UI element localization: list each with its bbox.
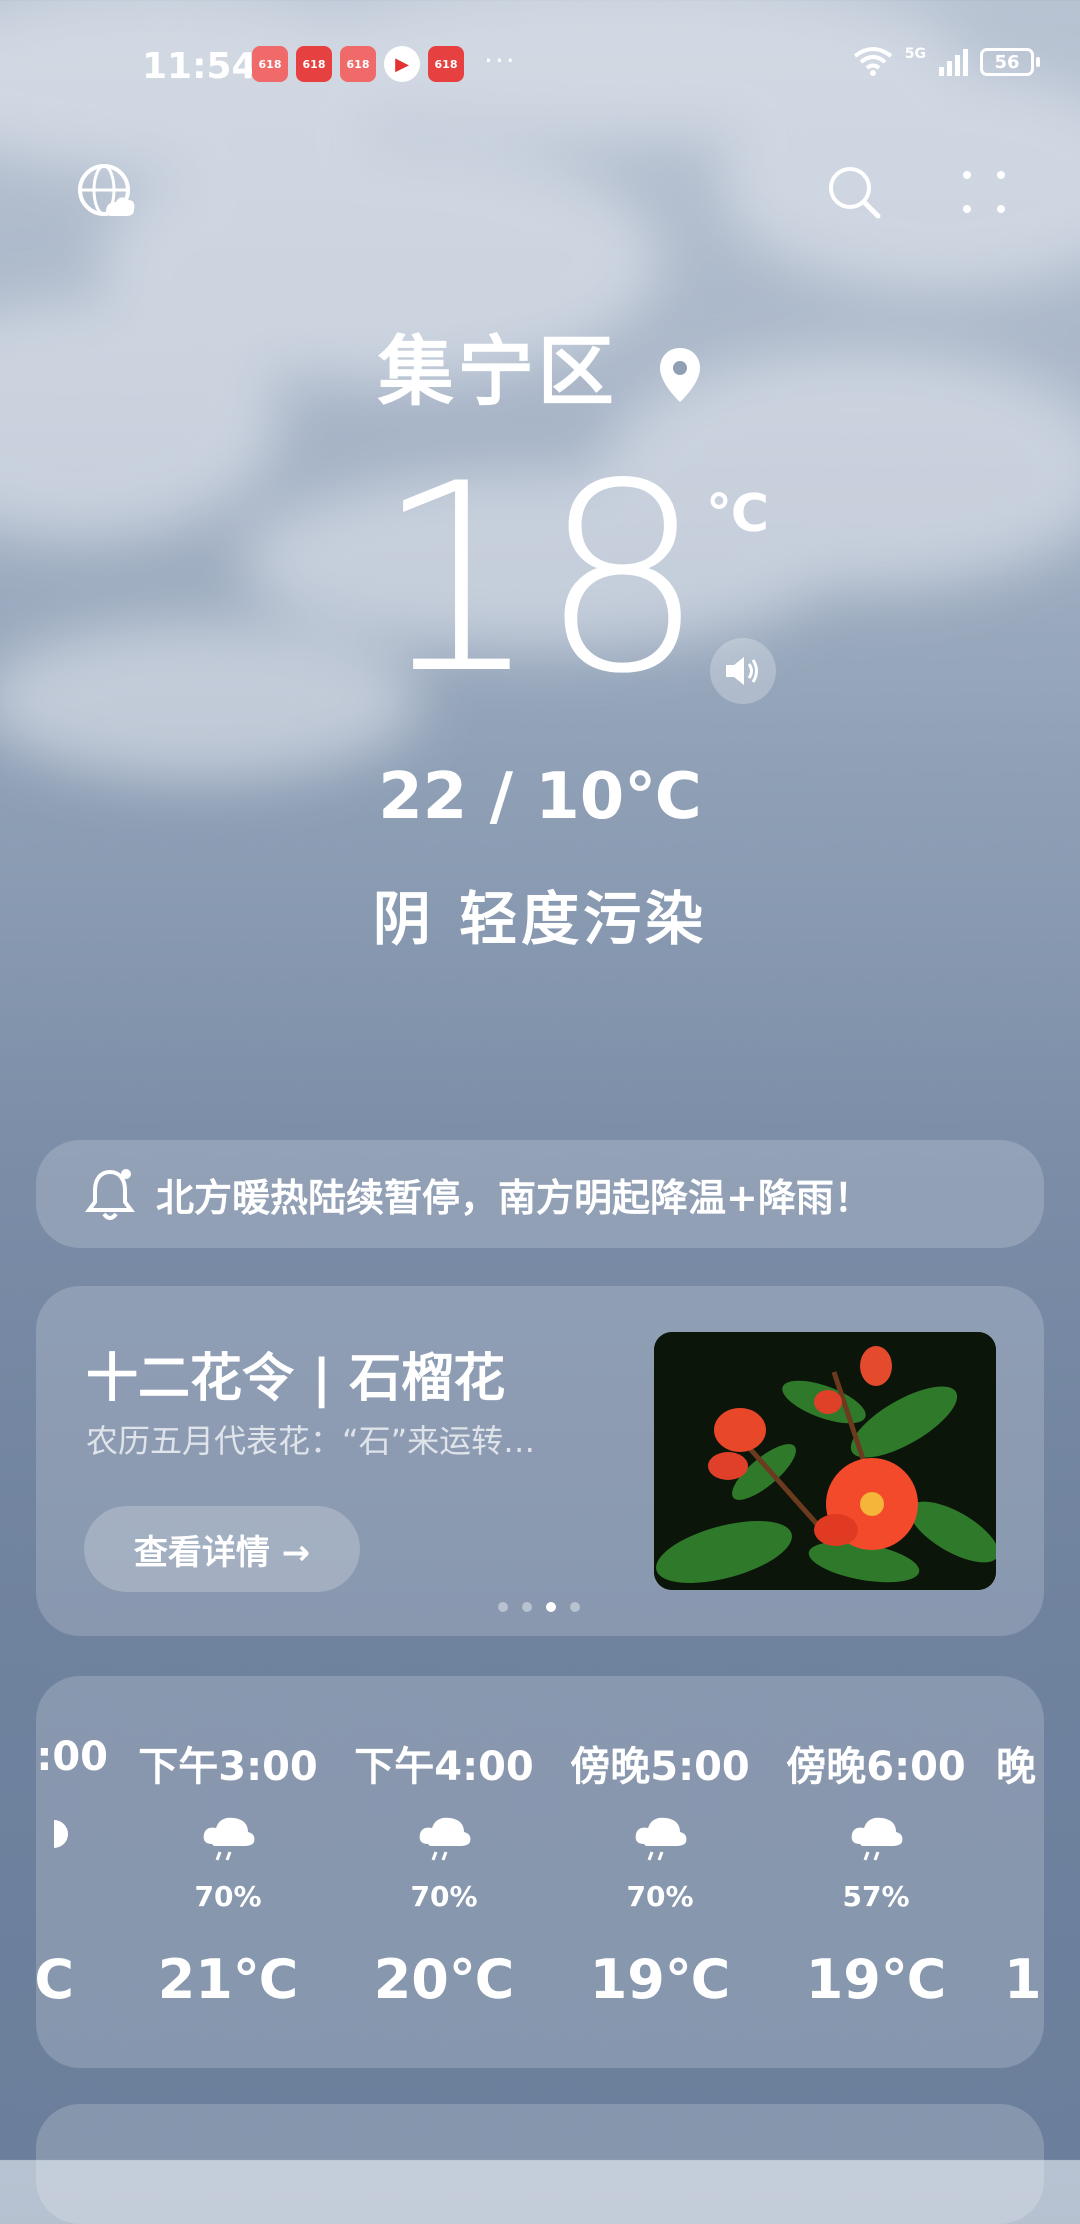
hour-label: 晚 bbox=[996, 1744, 1036, 1790]
notification-icons: 618 618 618 ▶ 618 bbox=[252, 46, 464, 82]
feature-subtitle: 农历五月代表花：“石”来运转… bbox=[86, 1422, 536, 1460]
city-label: 集宁区 bbox=[377, 327, 618, 416]
location-pin-icon bbox=[658, 333, 702, 422]
cloud-rain-icon bbox=[36, 1814, 120, 1854]
cloud-rain-icon bbox=[336, 1814, 552, 1864]
hour-temp: 21℃ bbox=[157, 1948, 299, 2011]
battery-indicator: 56 bbox=[980, 48, 1040, 76]
hour-label: 下午3:00 bbox=[138, 1744, 318, 1790]
bell-icon bbox=[85, 1169, 135, 1220]
wifi-icon bbox=[853, 47, 892, 76]
next-card[interactable] bbox=[36, 2104, 1044, 2224]
feature-title: 十二花令 | 石榴花 bbox=[86, 1349, 506, 1409]
speaker-button[interactable] bbox=[710, 638, 776, 704]
view-details-button[interactable]: 查看详情 → bbox=[84, 1506, 360, 1592]
pager-dot bbox=[570, 1602, 580, 1612]
hour-temp: 19℃ bbox=[805, 1948, 947, 2011]
signal-icon bbox=[939, 49, 968, 76]
carousel-pager bbox=[498, 1602, 580, 1612]
network-type: 5G bbox=[904, 46, 926, 62]
more-notifications-icon: ··· bbox=[484, 44, 517, 77]
shopping-app-icon: 618 bbox=[252, 46, 288, 82]
pager-dot-active bbox=[546, 1602, 556, 1612]
news-text: 北方暖热陆续暂停，南方明起降温+降雨！ bbox=[156, 1175, 872, 1220]
status-bar: 11:54 618 618 618 ▶ 618 ··· 5G 56 bbox=[0, 36, 1080, 96]
pomegranate-flower-image[interactable] bbox=[654, 1332, 996, 1590]
hour-label: :00 bbox=[36, 1734, 108, 1780]
rain-probability: 70% bbox=[410, 1880, 478, 1913]
search-icon[interactable] bbox=[822, 160, 886, 224]
cloud-rain-icon bbox=[552, 1814, 768, 1864]
weather-condition: 阴 轻度污染 bbox=[372, 885, 708, 953]
cloud-rain-icon bbox=[120, 1814, 336, 1864]
hour-temp: 20℃ bbox=[373, 1948, 515, 2011]
hour-temp: C bbox=[36, 1948, 74, 2011]
rain-probability: 70% bbox=[194, 1880, 262, 1913]
pager-dot bbox=[498, 1602, 508, 1612]
rain-probability: 70% bbox=[626, 1880, 694, 1913]
globe-cloud-icon[interactable] bbox=[74, 160, 138, 224]
city-name[interactable]: 集宁区 bbox=[0, 310, 1080, 422]
rain-probability: 57% bbox=[842, 1880, 910, 1913]
hourly-forecast[interactable]: :00 C 下午3:00 70% 21℃ 下午4:00 70% 20℃ 傍晚5:… bbox=[36, 1676, 1044, 2068]
status-time: 11:54 bbox=[142, 46, 257, 87]
shopping-app-icon: 618 bbox=[340, 46, 376, 82]
temperature-unit: ℃ bbox=[706, 484, 769, 544]
hour-label: 傍晚6:00 bbox=[786, 1744, 966, 1790]
shopping-app-icon: 618 bbox=[296, 46, 332, 82]
dots-grid-icon[interactable] bbox=[952, 160, 1016, 224]
hour-temp: 1 bbox=[1004, 1948, 1042, 2011]
cloud-rain-icon bbox=[768, 1814, 984, 1864]
hour-label: 下午4:00 bbox=[354, 1744, 534, 1790]
hour-temp: 19℃ bbox=[589, 1948, 731, 2011]
hour-label: 傍晚5:00 bbox=[570, 1744, 750, 1790]
flower-feature-card[interactable]: 十二花令 | 石榴花 农历五月代表花：“石”来运转… 查看详情 → bbox=[36, 1286, 1044, 1636]
temperature-range: 22 / 10℃ bbox=[378, 760, 702, 834]
weather-news-banner[interactable]: 北方暖热陆续暂停，南方明起降温+降雨！ bbox=[36, 1140, 1044, 1248]
video-app-icon: ▶ bbox=[384, 46, 420, 82]
current-temperature: 18 bbox=[374, 429, 706, 731]
shopping-app-icon: 618 bbox=[428, 46, 464, 82]
speaker-icon bbox=[726, 657, 758, 685]
pager-dot bbox=[522, 1602, 532, 1612]
